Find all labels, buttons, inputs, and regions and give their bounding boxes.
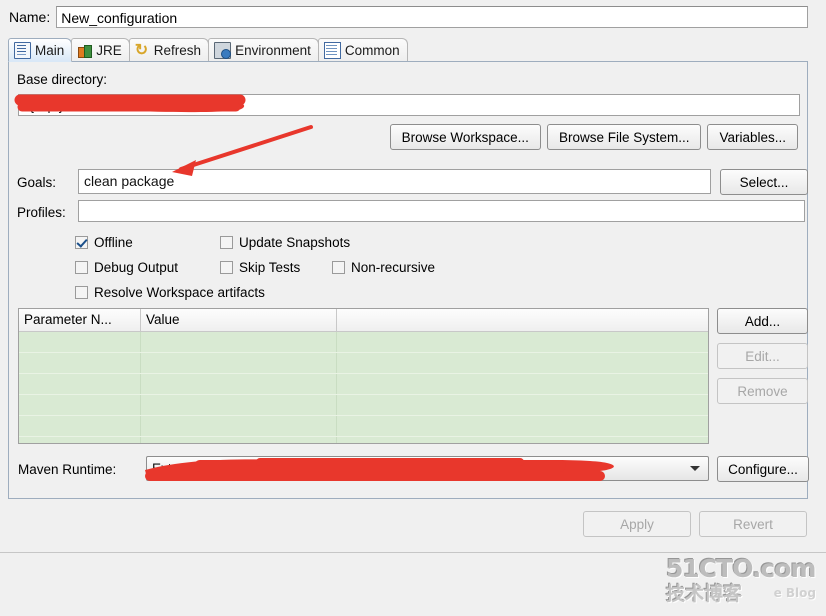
checkbox-non-recursive[interactable]: Non-recursive: [332, 260, 435, 275]
checkbox-skip-tests[interactable]: Skip Tests: [220, 260, 332, 275]
base-directory-input[interactable]: ${w p }: [18, 94, 800, 116]
tab-common-label: Common: [344, 42, 400, 58]
table-row[interactable]: [19, 416, 708, 437]
checkbox-row-3: Resolve Workspace artifacts: [75, 280, 775, 305]
checkbox-offline-box[interactable]: [75, 236, 88, 249]
refresh-icon: [135, 40, 150, 60]
checkbox-row-2: Debug Output Skip Tests Non-recursive: [75, 255, 775, 280]
name-label: Name:: [9, 9, 51, 25]
tab-strip: Main JRE Refresh Environment Common: [8, 38, 808, 62]
configuration-name-input[interactable]: New_configuration: [56, 6, 808, 28]
browse-workspace-button[interactable]: Browse Workspace...: [389, 124, 541, 150]
column-header-empty[interactable]: [337, 309, 708, 331]
tab-common[interactable]: Common: [317, 38, 408, 61]
tab-main[interactable]: Main: [8, 38, 73, 62]
checkbox-update-snapshots-label: Update Snapshots: [239, 235, 351, 250]
profiles-label: Profiles:: [17, 205, 66, 220]
tab-jre-label: JRE: [96, 42, 122, 58]
grid-icon: [323, 41, 341, 59]
variables-button[interactable]: Variables...: [707, 124, 798, 150]
checkbox-debug-output-box[interactable]: [75, 261, 88, 274]
checkbox-non-recursive-label: Non-recursive: [351, 260, 436, 275]
name-row: Name: New_configuration: [0, 0, 826, 34]
goals-select-button[interactable]: Select...: [720, 169, 808, 195]
apply-button: Apply: [583, 511, 691, 537]
tab-refresh[interactable]: Refresh: [128, 38, 210, 61]
checkbox-offline-label: Offline: [94, 235, 133, 250]
tab-jre[interactable]: JRE: [71, 38, 130, 61]
checkbox-resolve-workspace-artifacts-box[interactable]: [75, 286, 88, 299]
options-checkbox-group: Offline Update Snapshots Debug Output Sk…: [75, 230, 775, 305]
monitor-icon: [214, 41, 232, 59]
table-row[interactable]: [19, 395, 708, 416]
checkbox-debug-output[interactable]: Debug Output: [75, 260, 220, 275]
table-row[interactable]: [19, 353, 708, 374]
maven-run-configuration-dialog: Name: New_configuration Main JRE Refresh…: [0, 0, 826, 616]
table-body[interactable]: [19, 332, 708, 443]
checkbox-non-recursive-box[interactable]: [332, 261, 345, 274]
table-row[interactable]: [19, 332, 708, 353]
edit-parameter-button: Edit...: [717, 343, 808, 369]
browse-file-system-button[interactable]: Browse File System...: [546, 124, 702, 150]
tab-refresh-label: Refresh: [153, 42, 202, 58]
dialog-footer: Run Close: [0, 553, 826, 616]
checkbox-row-1: Offline Update Snapshots: [75, 230, 775, 255]
main-tab-panel: Base directory: ${w p } Browse Workspace…: [8, 62, 809, 499]
remove-parameter-button: Remove: [717, 378, 808, 404]
checkbox-offline[interactable]: Offline: [75, 235, 220, 250]
tab-environment[interactable]: Environment: [208, 38, 319, 61]
goals-input[interactable]: clean package: [78, 169, 711, 194]
revert-button: Revert: [699, 511, 807, 537]
add-parameter-button[interactable]: Add...: [717, 308, 808, 334]
table-row[interactable]: [19, 437, 708, 443]
tab-main-label: Main: [35, 42, 65, 58]
table-header-row: Parameter N... Value: [19, 309, 708, 332]
base-directory-label: Base directory:: [17, 72, 108, 87]
apply-revert-row: Apply Revert: [583, 511, 807, 537]
checkbox-resolve-workspace-artifacts-label: Resolve Workspace artifacts: [94, 285, 265, 300]
column-header-parameter-name[interactable]: Parameter N...: [19, 309, 141, 331]
table-action-buttons: Add... Edit... Remove: [717, 308, 808, 404]
tab-environment-label: Environment: [235, 42, 311, 58]
parameters-table[interactable]: Parameter N... Value: [18, 308, 709, 444]
checkbox-skip-tests-label: Skip Tests: [239, 260, 301, 275]
configure-maven-button[interactable]: Configure...: [717, 456, 809, 482]
maven-runtime-value: External \apache-maven-3.2.3 maven-3.2.3…: [152, 461, 455, 476]
checkbox-resolve-workspace-artifacts[interactable]: Resolve Workspace artifacts: [75, 285, 265, 300]
checkbox-update-snapshots-box[interactable]: [220, 236, 233, 249]
chevron-down-icon[interactable]: [690, 466, 700, 471]
checkbox-update-snapshots[interactable]: Update Snapshots: [220, 235, 350, 250]
books-icon: [77, 43, 93, 58]
profiles-input[interactable]: [78, 200, 805, 222]
goals-label: Goals:: [17, 175, 57, 190]
base-directory-buttons: Browse Workspace... Browse File System..…: [389, 124, 798, 150]
maven-runtime-label: Maven Runtime:: [18, 462, 117, 477]
document-icon: [14, 41, 31, 59]
checkbox-debug-output-label: Debug Output: [94, 260, 179, 275]
column-header-value[interactable]: Value: [141, 309, 337, 331]
maven-runtime-combo[interactable]: External \apache-maven-3.2.3 maven-3.2.3…: [146, 456, 709, 481]
table-row[interactable]: [19, 374, 708, 395]
checkbox-skip-tests-box[interactable]: [220, 261, 233, 274]
